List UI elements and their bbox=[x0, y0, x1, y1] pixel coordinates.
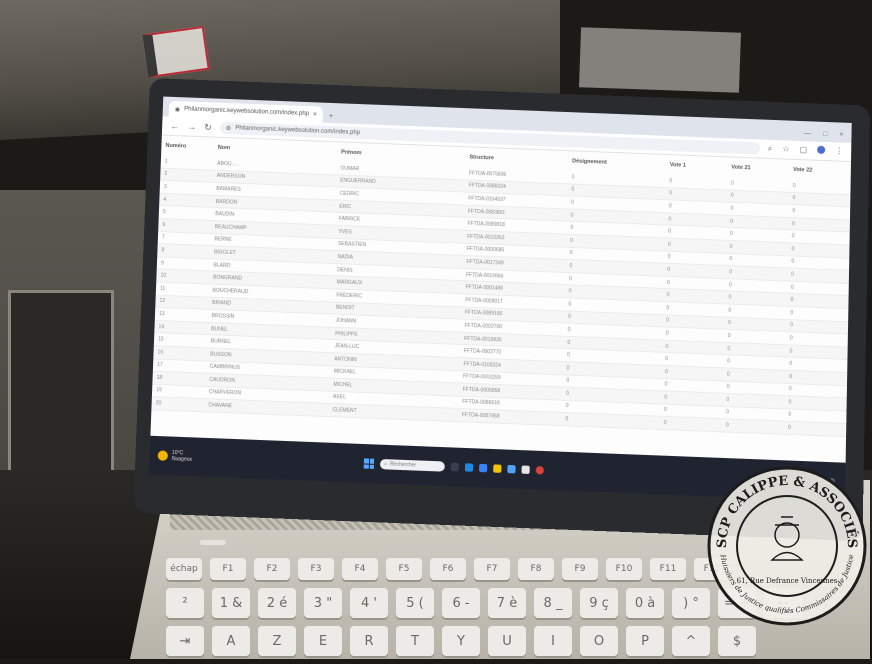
weather-sun-icon bbox=[157, 450, 169, 461]
keyboard-key: E bbox=[304, 626, 342, 656]
file-explorer-icon[interactable] bbox=[493, 464, 502, 473]
task-view-icon[interactable] bbox=[450, 462, 460, 472]
keyboard-key: ^ bbox=[672, 626, 710, 656]
keyboard-key: F6 bbox=[430, 558, 466, 580]
keyboard-key: F10 bbox=[606, 558, 642, 580]
address-text: Philanmorganic.keywebsolution.com/index.… bbox=[235, 125, 361, 137]
toolbar-icons: ⌕ ☆ ▢ ⋮ bbox=[768, 144, 844, 157]
keyboard-key: 7 è bbox=[488, 588, 526, 618]
header-numero: Numéro bbox=[165, 142, 187, 150]
table-cell: FFTDA-0087458 bbox=[457, 408, 562, 426]
background-frame bbox=[8, 290, 114, 476]
keyboard-key: F2 bbox=[254, 558, 290, 580]
keyboard-key: F11 bbox=[650, 558, 686, 580]
chrome-icon: ◉ bbox=[174, 106, 181, 113]
keyboard-key: 8 _ bbox=[534, 588, 572, 618]
maximize-button[interactable]: □ bbox=[823, 131, 827, 138]
keyboard-key: F3 bbox=[298, 558, 334, 580]
keyboard-key: I bbox=[534, 626, 572, 656]
laptop-screen: ◉ Philanmorganic.keywebsolution.com/inde… bbox=[148, 96, 852, 502]
taskbar-search[interactable]: ⌕ Rechercher bbox=[379, 458, 445, 472]
store-icon[interactable] bbox=[479, 463, 488, 473]
background-document-right bbox=[579, 27, 741, 93]
extensions-icon[interactable]: ▢ bbox=[799, 145, 807, 155]
menu-icon[interactable]: ⋮ bbox=[835, 146, 843, 156]
table-cell: 0 bbox=[783, 421, 847, 437]
forward-icon[interactable]: → bbox=[187, 121, 196, 131]
weather-widget[interactable]: 10°C Nuageux bbox=[157, 449, 193, 463]
minimize-button[interactable]: — bbox=[804, 130, 811, 137]
zoom-icon[interactable]: ⌕ bbox=[768, 144, 773, 154]
app-icon[interactable] bbox=[507, 464, 516, 474]
background-sticker bbox=[142, 25, 210, 79]
windows-start-icon[interactable] bbox=[363, 458, 375, 469]
new-tab-button[interactable]: + bbox=[329, 113, 333, 120]
keyboard-key: U bbox=[488, 626, 526, 656]
keyboard-key: ⇥ bbox=[166, 626, 204, 656]
keyboard-key: F1 bbox=[210, 558, 246, 580]
keyboard-key: 2 é bbox=[258, 588, 296, 618]
close-window-button[interactable]: × bbox=[839, 132, 843, 139]
keyboard-key: ) ° bbox=[672, 588, 710, 618]
table-cell: 0 bbox=[659, 416, 722, 432]
keyboard-key: O bbox=[580, 626, 618, 656]
bookmark-star-icon[interactable]: ☆ bbox=[782, 144, 789, 154]
header-vote-1: Vote 1 bbox=[669, 162, 686, 169]
tab-title: Philanmorganic.keywebsolution.com/index.… bbox=[183, 106, 309, 118]
table-cell: 0 bbox=[721, 418, 785, 435]
keyboard-key: ² bbox=[166, 588, 204, 618]
app-icon-2[interactable] bbox=[521, 465, 530, 474]
keyboard-key: 5 ( bbox=[396, 588, 434, 618]
header-vote-21: Vote 21 bbox=[731, 164, 751, 172]
keyboard-key: F5 bbox=[386, 558, 422, 580]
weather-description: Nuageux bbox=[171, 455, 193, 463]
keyboard-key: 3 " bbox=[304, 588, 342, 618]
stamp-outer-ring bbox=[707, 466, 867, 626]
table-body: 1 ABOU-… OUMAR FFTDA-0075836 0 0 0 0 2 ANDERSON EN… bbox=[151, 155, 851, 437]
keyboard-key: 9 ç bbox=[580, 588, 618, 618]
search-placeholder: Rechercher bbox=[389, 461, 417, 469]
reload-icon[interactable]: ↻ bbox=[204, 122, 212, 133]
search-icon: ⌕ bbox=[384, 461, 388, 468]
close-tab-icon[interactable]: × bbox=[313, 111, 317, 118]
keyboard-key: 6 - bbox=[442, 588, 480, 618]
keyboard-letter-row: ⇥ A Z E R T Y U I O P ^ $ bbox=[166, 626, 856, 656]
keyboard-key: $ bbox=[718, 626, 756, 656]
keyboard-key: R bbox=[350, 626, 388, 656]
keyboard-key: Z bbox=[258, 626, 296, 656]
taskbar-apps: ⌕ Rechercher bbox=[363, 458, 544, 475]
keyboard-key: 1 & bbox=[212, 588, 250, 618]
site-info-icon[interactable]: ⚙ bbox=[226, 124, 232, 131]
voters-table-container: Numéro Nom Prénom Structure Désignement … bbox=[150, 136, 851, 462]
keyboard-key: échap bbox=[166, 558, 202, 580]
keyboard-key: A bbox=[212, 626, 250, 656]
keyboard-key: Y bbox=[442, 626, 480, 656]
keyboard-key: 4 ' bbox=[350, 588, 388, 618]
official-stamp: SCP CALIPPE & ASSOCIÉS Huissiers de Just… bbox=[707, 466, 867, 626]
table-cell: 0 bbox=[561, 412, 660, 430]
keyboard-key: F8 bbox=[518, 558, 554, 580]
power-indicator bbox=[200, 540, 226, 545]
table-cell: 20 bbox=[151, 396, 205, 412]
profile-avatar-icon[interactable] bbox=[817, 145, 826, 155]
keyboard-key: F4 bbox=[342, 558, 378, 580]
keyboard-key: F9 bbox=[562, 558, 598, 580]
stamp-address: 61, Rue Defrance Vincennes bbox=[737, 577, 838, 585]
back-icon[interactable]: ← bbox=[170, 121, 179, 131]
keyboard-key: P bbox=[626, 626, 664, 656]
voters-table: Numéro Nom Prénom Structure Désignement … bbox=[151, 136, 851, 438]
chrome-taskbar-icon[interactable] bbox=[535, 466, 544, 475]
window-controls: — □ × bbox=[804, 130, 852, 143]
header-vote-22: Vote 22 bbox=[793, 166, 813, 174]
edge-icon[interactable] bbox=[464, 463, 474, 472]
keyboard-key: 0 à bbox=[626, 588, 664, 618]
keyboard-key: T bbox=[396, 626, 434, 656]
keyboard-key: F7 bbox=[474, 558, 510, 580]
